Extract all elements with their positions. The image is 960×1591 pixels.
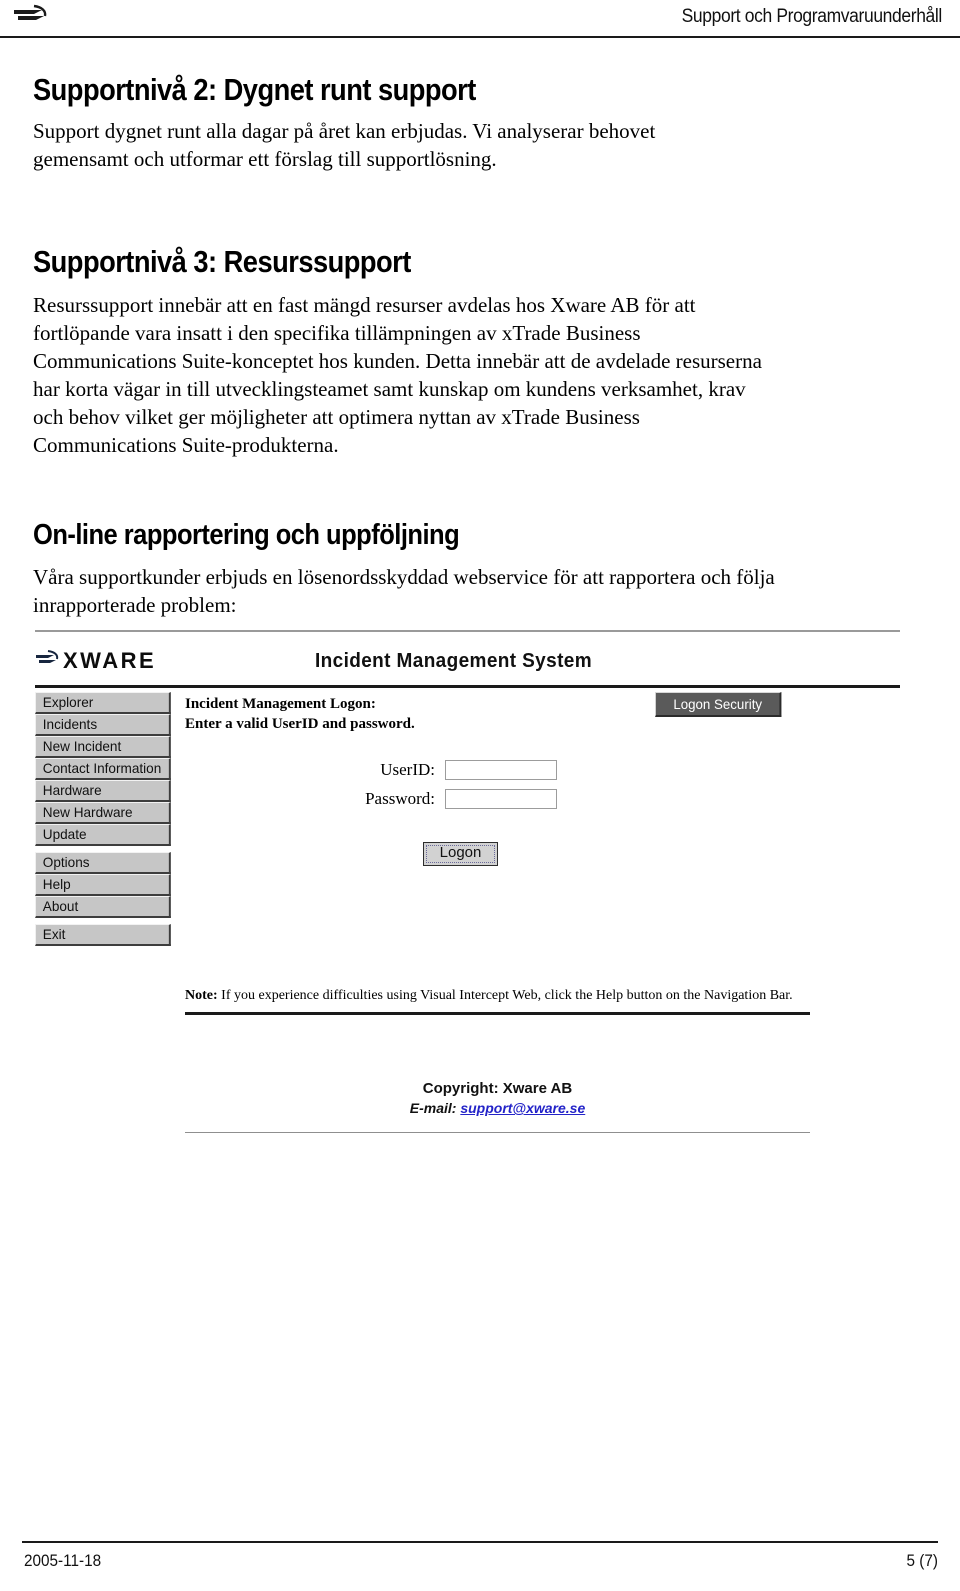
xware-swoosh-icon bbox=[12, 4, 58, 30]
logon-security-badge[interactable]: Logon Security bbox=[655, 692, 782, 717]
nav-item-about[interactable]: About bbox=[35, 896, 171, 918]
nav-item-update[interactable]: Update bbox=[35, 824, 171, 846]
header-divider bbox=[0, 36, 960, 38]
ims-note-prefix: Note: bbox=[185, 988, 218, 1003]
nav-item-help[interactable]: Help bbox=[35, 874, 171, 896]
nav-item-explorer[interactable]: Explorer bbox=[35, 692, 171, 714]
ims-email-line: E-mail: support@xware.se bbox=[185, 1099, 810, 1119]
section-supportniva-2: Supportnivå 2: Dygnet runt support Suppo… bbox=[33, 72, 753, 174]
ims-logo: XWARE bbox=[35, 648, 156, 674]
ims-header-divider bbox=[35, 685, 900, 688]
logon-form: UserID: Password: bbox=[345, 760, 605, 818]
header-title: Support och Programvaruunderhåll bbox=[681, 6, 943, 27]
nav-item-new-hardware[interactable]: New Hardware bbox=[35, 802, 171, 824]
section-heading: Supportnivå 2: Dygnet runt support bbox=[33, 72, 476, 107]
ims-logo-text: XWARE bbox=[63, 648, 157, 673]
xware-swoosh-icon bbox=[35, 649, 61, 674]
ims-copyright-block: Copyright: Xware AB E-mail: support@xwar… bbox=[185, 1078, 810, 1119]
ims-top-divider bbox=[35, 630, 900, 632]
footer-page-number: 5 (7) bbox=[906, 1551, 938, 1570]
page-footer: 2005-11-18 5 (7) bbox=[0, 1531, 960, 1591]
ims-email-label: E-mail: bbox=[409, 1100, 457, 1116]
section-paragraph: Våra supportkunder erbjuds en lösenordss… bbox=[33, 565, 775, 617]
nav-item-new-incident[interactable]: New Incident bbox=[35, 736, 171, 758]
password-label: Password: bbox=[365, 789, 435, 808]
userid-label: UserID: bbox=[380, 760, 435, 779]
section-paragraph: Resurssupport innebär att en fast mängd … bbox=[33, 293, 762, 457]
page-header: Support och Programvaruunderhåll bbox=[0, 0, 960, 44]
nav-group-main: Explorer Incidents New Incident Contact … bbox=[35, 692, 175, 846]
nav-item-contact-information[interactable]: Contact Information bbox=[35, 758, 171, 780]
section-online-rapportering: On-line rapportering och uppföljning Vår… bbox=[33, 519, 893, 620]
ims-email-link[interactable]: support@xware.se bbox=[460, 1100, 585, 1116]
userid-row: UserID: bbox=[345, 760, 605, 780]
ims-bottom-divider bbox=[185, 1132, 810, 1133]
ims-app-title: Incident Management System bbox=[315, 650, 593, 672]
footer-date: 2005-11-18 bbox=[24, 1551, 102, 1570]
nav-group-exit: Exit bbox=[35, 924, 175, 946]
footer-divider bbox=[22, 1541, 938, 1543]
nav-group-tools: Options Help About bbox=[35, 852, 175, 918]
userid-input[interactable] bbox=[445, 760, 557, 780]
nav-item-exit[interactable]: Exit bbox=[35, 924, 171, 946]
logon-instructions: Incident Management Logon: Enter a valid… bbox=[185, 696, 415, 733]
ims-note: Note: If you experience difficulties usi… bbox=[185, 988, 895, 1004]
section-heading: On-line rapportering och uppföljning bbox=[33, 519, 460, 551]
nav-item-options[interactable]: Options bbox=[35, 852, 171, 874]
ims-note-text: If you experience difficulties using Vis… bbox=[217, 988, 793, 1003]
ims-navigation-bar: Explorer Incidents New Incident Contact … bbox=[35, 692, 175, 946]
logon-button[interactable]: Logon bbox=[423, 842, 498, 866]
password-row: Password: bbox=[345, 789, 605, 809]
password-input[interactable] bbox=[445, 789, 557, 809]
section-paragraph: Support dygnet runt alla dagar på året k… bbox=[33, 119, 656, 171]
nav-item-hardware[interactable]: Hardware bbox=[35, 780, 171, 802]
ims-copyright-line: Copyright: Xware AB bbox=[422, 1080, 573, 1097]
ims-note-divider bbox=[185, 1012, 810, 1015]
section-supportniva-3: Supportnivå 3: Resurssupport Resurssuppo… bbox=[33, 244, 773, 460]
incident-management-system-screenshot: XWARE Incident Management System Explore… bbox=[30, 630, 930, 1160]
nav-item-incidents[interactable]: Incidents bbox=[35, 714, 171, 736]
section-heading: Supportnivå 3: Resurssupport bbox=[33, 244, 411, 279]
